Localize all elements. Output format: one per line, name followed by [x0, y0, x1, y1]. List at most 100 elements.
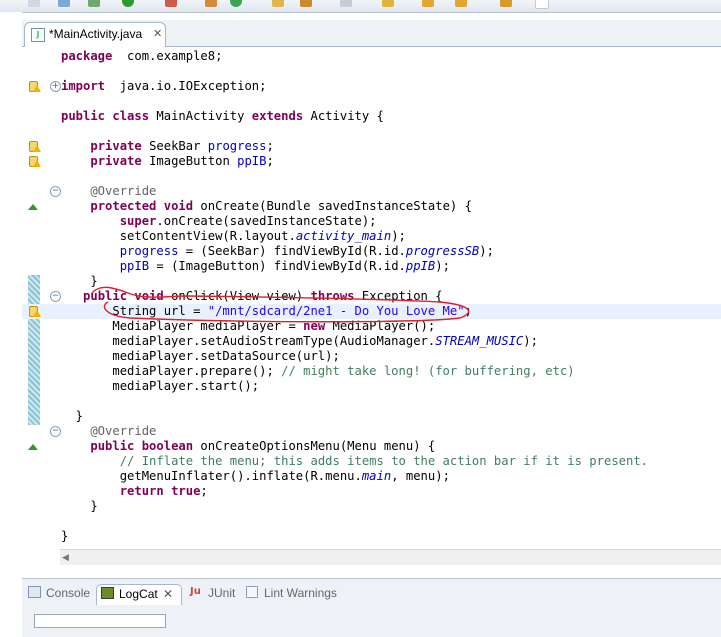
tab-console[interactable]: Console — [28, 584, 98, 604]
code-line[interactable] — [22, 94, 721, 109]
code-token: Exception { — [354, 289, 443, 303]
code-line[interactable]: setContentView(R.layout.activity_main); — [22, 229, 721, 244]
code-line-text: mediaPlayer.setAudioStreamType(AudioMana… — [61, 334, 538, 349]
code-line[interactable]: package com.example8; — [22, 49, 721, 64]
code-line-text: mediaPlayer.setDataSource(url); — [61, 349, 339, 364]
code-line[interactable]: super.onCreate(savedInstanceState); — [22, 214, 721, 229]
code-line[interactable]: ppIB = (ImageButton) findViewById(R.id.p… — [22, 259, 721, 274]
code-line[interactable]: protected void onCreate(Bundle savedInst… — [22, 199, 721, 214]
code-token: setContentView(R.layout. — [61, 229, 296, 243]
code-line-text: String url = "/mnt/sdcard/2ne1 - Do You … — [61, 304, 472, 319]
code-token: private — [90, 139, 142, 153]
toolbar-run-icon[interactable] — [122, 0, 134, 7]
collapse-fold-icon[interactable]: − — [50, 186, 61, 197]
code-token: main — [361, 469, 392, 483]
toolbar-external-tools-icon[interactable] — [165, 0, 177, 7]
code-line[interactable] — [22, 64, 721, 79]
warning-icon[interactable] — [28, 306, 41, 317]
code-line[interactable]: } — [22, 499, 721, 514]
toolbar-annotation-icon[interactable] — [300, 0, 312, 7]
code-line[interactable] — [22, 514, 721, 529]
toolbar-new-icon[interactable] — [28, 0, 40, 7]
code-line[interactable]: return true; — [22, 484, 721, 499]
toolbar-debug-icon[interactable] — [88, 0, 100, 7]
code-line[interactable]: MediaPlayer mediaPlayer = new MediaPlaye… — [22, 319, 721, 334]
code-line[interactable]: getMenuInflater().inflate(R.menu.main, m… — [22, 469, 721, 484]
code-token: Activity { — [303, 109, 384, 123]
logcat-filter-input[interactable] — [34, 614, 166, 628]
code-line-text: } — [61, 529, 68, 544]
code-line[interactable]: progress = (SeekBar) findViewById(R.id.p… — [22, 244, 721, 259]
override-marker-icon[interactable] — [28, 444, 38, 450]
warning-icon[interactable] — [28, 141, 41, 152]
code-line[interactable] — [22, 124, 721, 139]
code-line[interactable]: private SeekBar progress; — [22, 139, 721, 154]
close-icon[interactable]: ✕ — [163, 587, 173, 601]
code-line[interactable]: public boolean onCreateOptionsMenu(Menu … — [22, 439, 721, 454]
scroll-left-arrow-icon[interactable]: ◀ — [62, 553, 69, 563]
code-token: ); — [391, 229, 406, 243]
toolbar-print-icon[interactable] — [340, 0, 352, 7]
code-line-text: } — [61, 409, 83, 424]
code-line[interactable]: public class MainActivity extends Activi… — [22, 109, 721, 124]
code-line-text: package com.example8; — [61, 49, 222, 64]
code-token: } — [61, 499, 98, 513]
collapse-fold-icon[interactable]: − — [50, 426, 61, 437]
code-line[interactable]: mediaPlayer.setAudioStreamType(AudioMana… — [22, 334, 721, 349]
horizontal-scrollbar[interactable]: ◀ — [60, 549, 721, 565]
override-marker-icon[interactable] — [28, 204, 38, 210]
collapse-fold-icon[interactable]: − — [50, 291, 61, 302]
warning-icon[interactable] — [28, 156, 41, 167]
warning-icon[interactable] — [28, 81, 41, 92]
code-line[interactable]: // Inflate the menu; this adds items to … — [22, 454, 721, 469]
tab-logcat[interactable]: LogCat ✕ — [96, 584, 182, 605]
code-token: onCreateOptionsMenu(Menu menu) { — [193, 439, 436, 453]
code-line[interactable] — [22, 169, 721, 184]
code-line-text: protected void onCreate(Bundle savedInst… — [61, 199, 472, 214]
code-token: activity_main — [295, 229, 392, 243]
code-token: progress — [207, 139, 267, 153]
toolbar-open-type-icon[interactable] — [272, 0, 284, 7]
code-line[interactable]: @Override − — [22, 184, 721, 199]
code-line-text: private ImageButton ppIB; — [61, 154, 273, 169]
code-line-text: // Inflate the menu; this adds items to … — [61, 454, 648, 469]
code-line[interactable]: } — [22, 274, 721, 289]
code-line[interactable]: public void onClick(View view) throws Ex… — [22, 289, 721, 304]
toolbar-forward-icon[interactable] — [455, 0, 467, 7]
code-line[interactable] — [22, 394, 721, 409]
code-line[interactable]: import java.io.IOException; + — [22, 79, 721, 94]
code-line[interactable]: @Override − — [22, 424, 721, 439]
toolbar-search-icon[interactable] — [58, 0, 70, 7]
toolbar-blank-icon[interactable] — [535, 0, 549, 9]
toolbar-refresh-icon[interactable] — [230, 0, 242, 7]
tab-lint-warnings[interactable]: Lint Warnings — [246, 584, 356, 604]
code-token: onClick(View view) — [163, 289, 311, 303]
toolbar-pin-icon[interactable] — [382, 0, 394, 7]
code-line[interactable]: private ImageButton ppIB; — [22, 154, 721, 169]
code-token: protected void — [90, 199, 194, 213]
expand-fold-icon[interactable]: + — [50, 81, 61, 92]
editor-tab-mainactivity[interactable]: J *MainActivity.java ✕ — [24, 22, 166, 47]
tab-junit[interactable]: Ju JUnit — [190, 584, 250, 604]
toolbar-last-edit-icon[interactable] — [500, 0, 512, 7]
editor-tab-label: *MainActivity.java — [49, 27, 143, 41]
toolbar-new-package-icon[interactable] — [205, 0, 217, 7]
code-line[interactable]: } — [22, 409, 721, 424]
code-line[interactable]: mediaPlayer.setDataSource(url); — [22, 349, 721, 364]
code-line[interactable]: mediaPlayer.start(); — [22, 379, 721, 394]
toolbar-back-icon[interactable] — [422, 0, 434, 7]
code-token: // Inflate the menu; this adds items to … — [119, 454, 649, 468]
code-editor[interactable]: package com.example8; import java.io.IOEx… — [22, 47, 721, 549]
tab-lint-warnings-label: Lint Warnings — [264, 586, 337, 600]
tab-logcat-label: LogCat — [119, 587, 158, 601]
code-line[interactable]: String url = "/mnt/sdcard/2ne1 - Do You … — [22, 304, 721, 319]
code-line[interactable]: mediaPlayer.prepare(); // might take lon… — [22, 364, 721, 379]
code-token: } — [61, 274, 98, 288]
code-line-text: @Override — [61, 424, 156, 439]
close-icon[interactable]: ✕ — [153, 27, 162, 40]
code-token: SeekBar — [141, 139, 208, 153]
code-line[interactable]: } — [22, 529, 721, 544]
tab-junit-label: JUnit — [208, 586, 236, 600]
